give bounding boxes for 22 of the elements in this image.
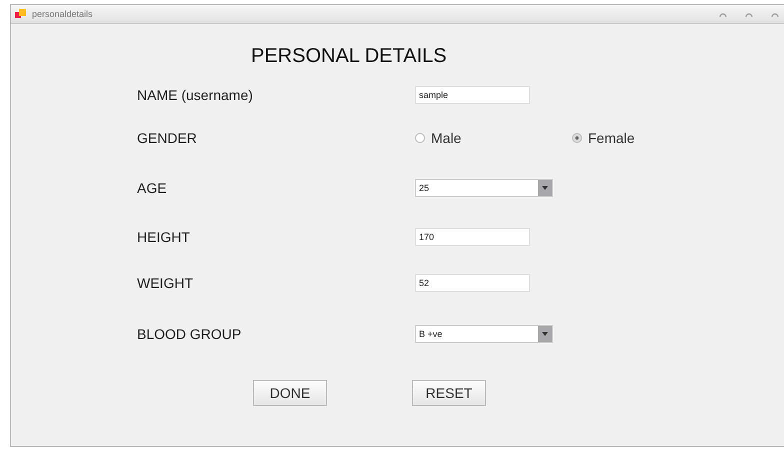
field-label: NAME (username) [137, 87, 254, 103]
radio-label: Male [431, 130, 462, 146]
field-label: GENDER [137, 130, 198, 146]
dropdown[interactable]: 25 [415, 178, 553, 196]
form-heading: PERSONAL DETAILS [251, 44, 447, 69]
text-field[interactable]: 170 [415, 228, 530, 246]
radio-option[interactable]: Female [572, 130, 729, 146]
dropdown-arrow-icon [542, 332, 548, 336]
radio-label: Female [588, 130, 635, 146]
window-title: personaldetails [32, 9, 94, 19]
field-label: HEIGHT [137, 228, 191, 244]
dropdown-arrow-icon [542, 186, 548, 190]
dropdown[interactable]: B +ve [415, 325, 553, 343]
form-button[interactable]: DONE [253, 380, 327, 406]
radio-option[interactable]: Male [415, 130, 572, 146]
app-icon [15, 9, 26, 19]
form-button[interactable]: RESET [412, 380, 486, 406]
field-label: BLOOD GROUP [137, 326, 242, 342]
text-field[interactable]: sample [415, 86, 530, 104]
text-field[interactable]: 52 [415, 274, 530, 292]
field-label: AGE [137, 180, 168, 196]
field-label: WEIGHT [137, 274, 194, 290]
